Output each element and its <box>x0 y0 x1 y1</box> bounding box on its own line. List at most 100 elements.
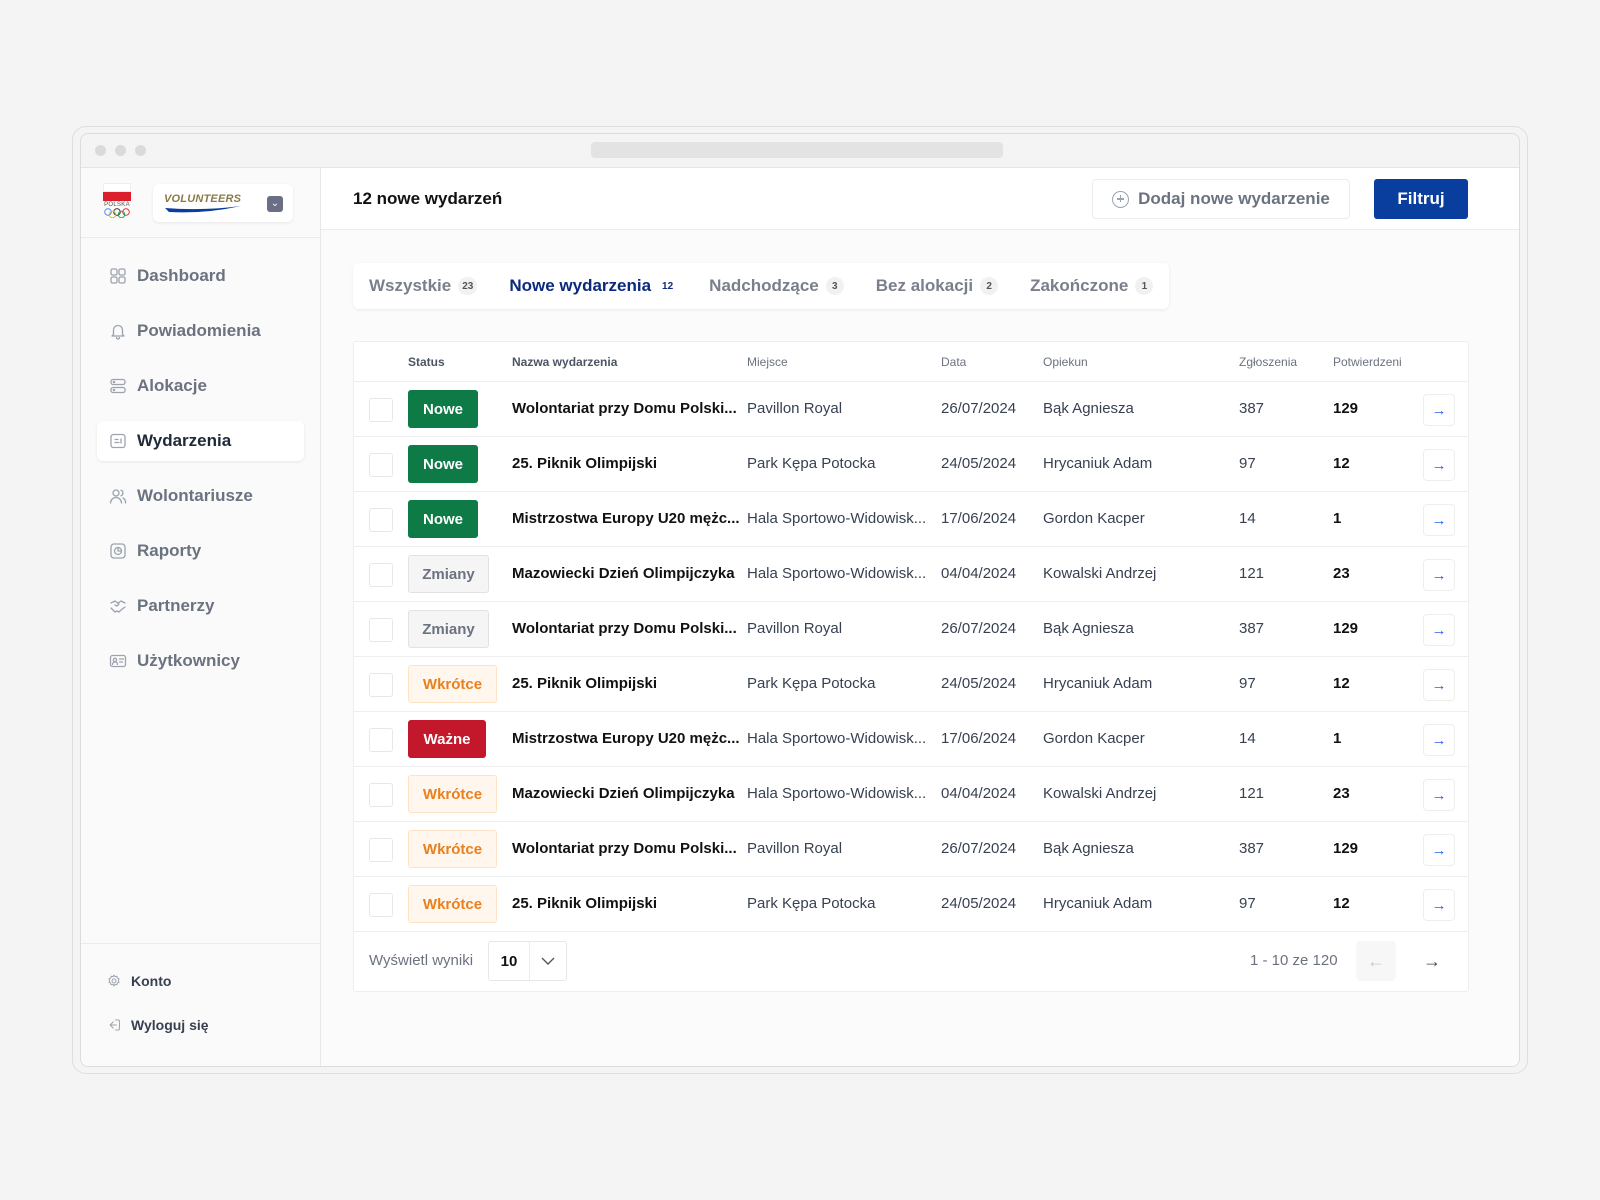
tab-label: Bez alokacji <box>875 276 974 295</box>
table-footer: Wyświetl wyniki 10 1 - 10 ze 120 ← → <box>354 930 1468 991</box>
event-place: Pavillon Royal <box>747 840 843 857</box>
arrow-right-icon: → <box>1431 401 1447 419</box>
window-dot-maximize[interactable] <box>135 145 146 156</box>
table-row[interactable]: Wkrótce 25. Piknik Olimpijski Park Kępa Po… <box>354 877 1468 932</box>
filter-button[interactable]: Filtruj <box>1374 179 1468 219</box>
next-page-button[interactable]: → <box>1412 941 1452 981</box>
row-checkbox[interactable] <box>369 838 393 862</box>
event-date: 04/04/2024 <box>941 565 1017 582</box>
row-checkbox[interactable] <box>369 618 393 642</box>
sidebar-item-label: Powiadomienia <box>137 321 261 340</box>
open-event-button[interactable]: → <box>1423 834 1455 866</box>
row-checkbox[interactable] <box>369 398 393 422</box>
open-event-button[interactable]: → <box>1423 449 1455 481</box>
tab-nadchodz-ce[interactable]: Nadchodzące 3 <box>709 276 844 296</box>
per-page-select[interactable]: 10 <box>488 941 567 981</box>
window-dot-minimize[interactable] <box>115 145 126 156</box>
event-owner: Kowalski Andrzej <box>1043 785 1157 802</box>
event-date: 26/07/2024 <box>941 400 1017 417</box>
tab-count-badge: 2 <box>980 277 999 295</box>
table-row[interactable]: Ważne Mistrzostwa Europy U20 mężc... Hala … <box>354 712 1468 767</box>
open-event-button[interactable]: → <box>1423 669 1455 701</box>
table-row[interactable]: Nowe 25. Piknik Olimpijski Park Kępa Potoc… <box>354 437 1468 492</box>
open-event-button[interactable]: → <box>1423 779 1455 811</box>
open-event-button[interactable]: → <box>1423 559 1455 591</box>
sidebar-item-partnerzy[interactable]: Partnerzy <box>97 586 304 626</box>
logout-link[interactable]: Wyloguj się <box>107 1016 320 1034</box>
open-event-button[interactable]: → <box>1423 504 1455 536</box>
event-name: Wolontariat przy Domu Polski... <box>512 840 737 857</box>
table-row[interactable]: Wkrótce Wolontariat przy Domu Polski... Pa… <box>354 822 1468 877</box>
sidebar-item-raporty[interactable]: Raporty <box>97 531 304 571</box>
app-switcher[interactable]: VOLUNTEERS ⌄ <box>153 184 293 222</box>
table-row[interactable]: Nowe Mistrzostwa Europy U20 mężc... Hala S… <box>354 492 1468 547</box>
account-link[interactable]: Konto <box>107 972 320 990</box>
event-applications: 121 <box>1239 565 1265 582</box>
pagination-range: 1 - 10 ze 120 <box>1250 952 1338 969</box>
event-applications: 387 <box>1239 840 1265 857</box>
event-owner: Gordon Kacper <box>1043 510 1145 527</box>
table-row[interactable]: Nowe Wolontariat przy Domu Polski... Pavil… <box>354 382 1468 437</box>
sidebar-item-alokacje[interactable]: Alokacje <box>97 366 304 406</box>
tab-label: Wszystkie <box>369 276 452 295</box>
row-checkbox[interactable] <box>369 728 393 752</box>
sidebar-item-label: Alokacje <box>137 376 207 395</box>
column-header: Miejsce <box>747 355 788 369</box>
event-place: Hala Sportowo-Widowisk... <box>747 565 927 582</box>
tab-wszystkie[interactable]: Wszystkie 23 <box>369 276 478 296</box>
tab-nowe-wydarzenia[interactable]: Nowe wydarzenia 12 <box>509 276 678 296</box>
event-applications: 97 <box>1239 455 1256 472</box>
event-date: 04/04/2024 <box>941 785 1017 802</box>
row-checkbox[interactable] <box>369 508 393 532</box>
row-checkbox[interactable] <box>369 563 393 587</box>
status-badge: Nowe <box>408 390 478 428</box>
sidebar-item-dashboard[interactable]: Dashboard <box>97 256 304 296</box>
sidebar-item-wydarzenia[interactable]: Wydarzenia <box>97 421 304 461</box>
open-event-button[interactable]: → <box>1423 614 1455 646</box>
events-table: Status Nazwa wydarzenia Miejsce Data Opiekun… <box>353 341 1469 992</box>
event-place: Hala Sportowo-Widowisk... <box>747 785 927 802</box>
row-checkbox[interactable] <box>369 893 393 917</box>
table-row[interactable]: Wkrótce Mazowiecki Dzień Olimpijczyka Hala… <box>354 767 1468 822</box>
table-row[interactable]: Wkrótce 25. Piknik Olimpijski Park Kępa Po… <box>354 657 1468 712</box>
event-owner: Bąk Agniesza <box>1043 840 1134 857</box>
column-header: Status <box>408 355 445 369</box>
tab-bez-alokacji[interactable]: Bez alokacji 2 <box>875 276 999 296</box>
open-event-button[interactable]: → <box>1423 394 1455 426</box>
status-badge: Wkrótce <box>408 775 497 813</box>
chevron-down-icon[interactable]: ⌄ <box>267 196 283 212</box>
row-checkbox[interactable] <box>369 673 393 697</box>
event-owner: Kowalski Andrzej <box>1043 565 1157 582</box>
event-date: 26/07/2024 <box>941 620 1017 637</box>
logout-icon <box>107 1018 121 1032</box>
tab-count-badge: 23 <box>458 277 478 295</box>
id-card-icon <box>109 652 127 670</box>
event-place: Park Kępa Potocka <box>747 675 876 692</box>
arrow-right-icon: → <box>1431 676 1447 694</box>
sidebar-item-wolontariusze[interactable]: Wolontariusze <box>97 476 304 516</box>
sidebar-item-label: Raporty <box>137 541 202 560</box>
open-event-button[interactable]: → <box>1423 724 1455 756</box>
arrow-right-icon: → <box>1423 950 1441 971</box>
users-icon <box>109 487 127 505</box>
table-row[interactable]: Zmiany Wolontariat przy Domu Polski... Pav… <box>354 602 1468 657</box>
event-confirmed: 23 <box>1333 785 1350 802</box>
sidebar-nav: Dashboard Powiadomienia Alokacje Wydarzenia… <box>81 238 320 681</box>
previous-page-button[interactable]: ← <box>1356 941 1396 981</box>
event-name: Mazowiecki Dzień Olimpijczyka <box>512 785 735 802</box>
tab-zako-czone[interactable]: Zakończone 1 <box>1030 276 1154 296</box>
sidebar-item-u-ytkownicy[interactable]: Użytkownicy <box>97 641 304 681</box>
add-event-button[interactable]: Dodaj nowe wydarzenie <box>1092 179 1350 219</box>
table-row[interactable]: Zmiany Mazowiecki Dzień Olimpijczyka Hala … <box>354 547 1468 602</box>
sidebar-item-powiadomienia[interactable]: Powiadomienia <box>97 311 304 351</box>
event-confirmed: 1 <box>1333 730 1342 747</box>
row-checkbox[interactable] <box>369 453 393 477</box>
row-checkbox[interactable] <box>369 783 393 807</box>
open-event-button[interactable]: → <box>1423 889 1455 921</box>
url-bar[interactable] <box>591 142 1003 158</box>
window-dot-close[interactable] <box>95 145 106 156</box>
event-owner: Hrycaniuk Adam <box>1043 675 1153 692</box>
gear-icon <box>107 974 121 988</box>
event-owner: Bąk Agniesza <box>1043 620 1134 637</box>
event-owner: Hrycaniuk Adam <box>1043 455 1153 472</box>
